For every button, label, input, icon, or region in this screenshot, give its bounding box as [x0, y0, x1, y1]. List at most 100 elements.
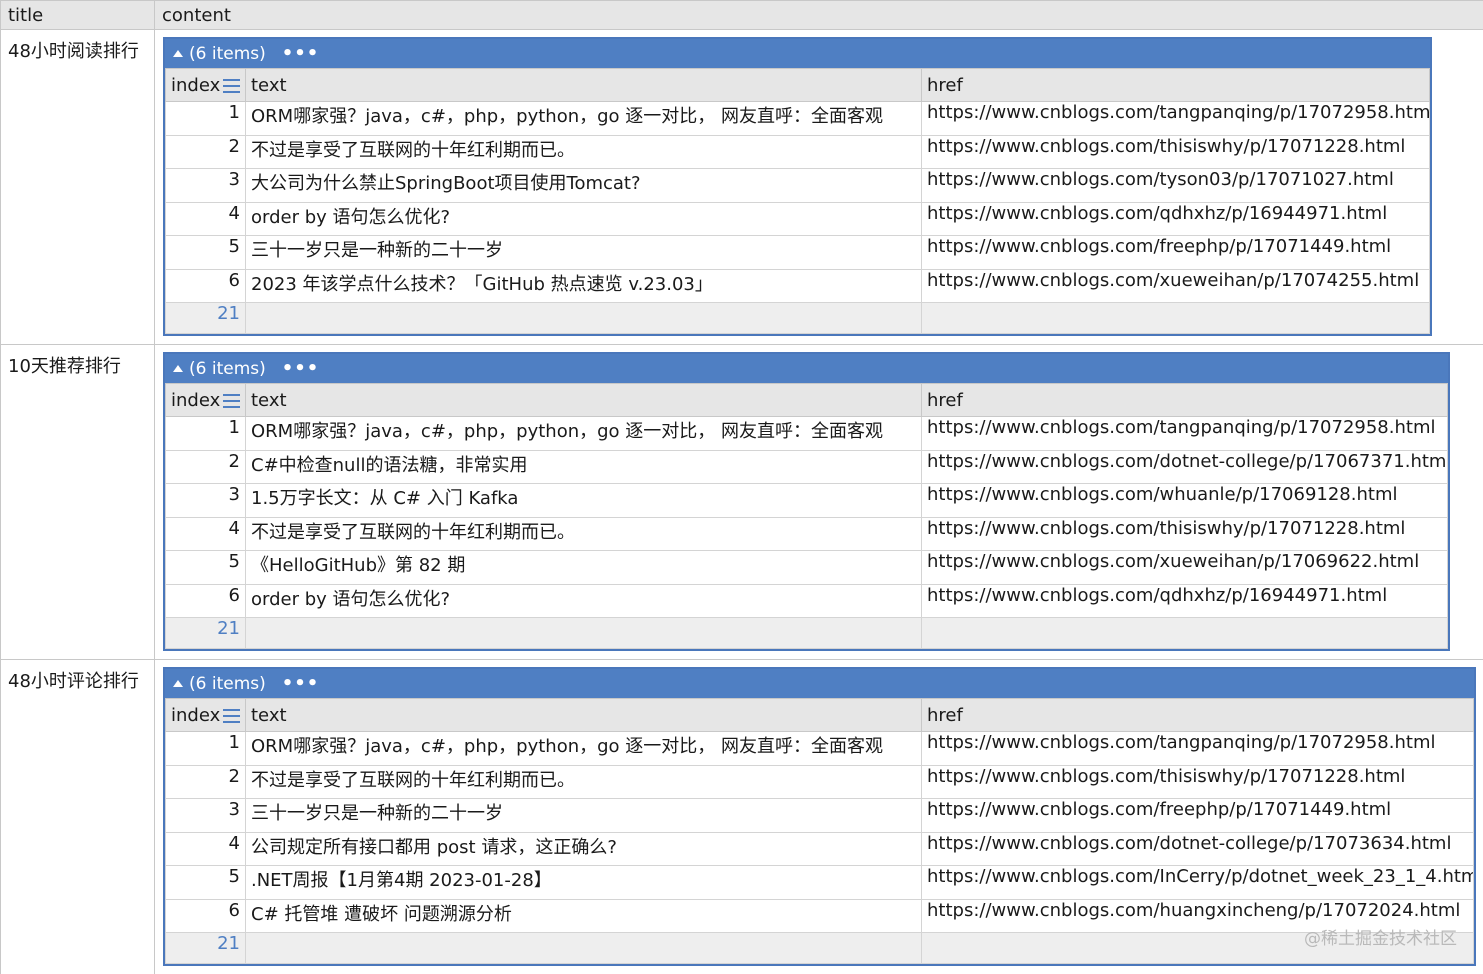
- row-text: 公司规定所有接口都用 post 请求，这正确么?: [245, 831, 922, 866]
- table-row[interactable]: 2 C#中检查null的语法糖，非常实用 https://www.cnblogs.c…: [165, 449, 1448, 484]
- row-href: https://www.cnblogs.com/qdhxhz/p/1694497…: [921, 201, 1430, 236]
- group-content: (6 items) ••• index text href 1 ORM哪家强？ja…: [154, 659, 1483, 974]
- more-dots-icon[interactable]: •••: [282, 358, 320, 379]
- caret-up-icon[interactable]: [173, 365, 183, 372]
- row-text: 不过是享受了互联网的十年红利期而已。: [245, 134, 922, 169]
- table-row[interactable]: 5 《HelloGitHub》第 82 期 https://www.cnblogs.…: [165, 550, 1448, 585]
- results-view: title content 48小时阅读排行 (6 items) ••• ind…: [0, 0, 1483, 974]
- table-row[interactable]: 5 .NET周报【1月第4期 2023-01-28】 https://www.cnb…: [165, 865, 1474, 900]
- row-index: 2: [165, 134, 246, 169]
- inner-header-row: index text href: [165, 383, 1448, 417]
- row-text: ORM哪家强？java，c#，php，python，go 逐一对比， 网友直呼：…: [245, 101, 922, 136]
- row-text: 《HelloGitHub》第 82 期: [245, 550, 922, 585]
- group-title: 48小时评论排行: [0, 659, 155, 974]
- row-text: 三十一岁只是一种新的二十一岁: [245, 235, 922, 270]
- table-row[interactable]: 5 三十一岁只是一种新的二十一岁 https://www.cnblogs.com/f…: [165, 235, 1430, 270]
- summary-cell: [921, 617, 1448, 649]
- row-index: 4: [165, 516, 246, 551]
- column-header-href[interactable]: href: [921, 68, 1430, 102]
- total-count[interactable]: 21: [165, 302, 246, 334]
- group-title: 48小时阅读排行: [0, 29, 155, 345]
- column-header-index[interactable]: index: [165, 383, 246, 417]
- menu-lines-icon[interactable]: [223, 78, 241, 93]
- table-row[interactable]: 4 order by 语句怎么优化? https://www.cnblogs.com…: [165, 201, 1430, 236]
- column-header-href[interactable]: href: [921, 383, 1448, 417]
- summary-cell: [921, 302, 1430, 334]
- column-header-href[interactable]: href: [921, 698, 1474, 732]
- nested-table-header[interactable]: (6 items) •••: [165, 354, 1448, 383]
- group-title-text: 48小时阅读排行: [8, 41, 139, 62]
- row-text: 三十一岁只是一种新的二十一岁: [245, 798, 922, 833]
- row-href: https://www.cnblogs.com/freephp/p/170714…: [921, 235, 1430, 270]
- items-count-label: (6 items): [189, 673, 266, 694]
- more-dots-icon[interactable]: •••: [282, 673, 320, 694]
- table-row[interactable]: 6 order by 语句怎么优化? https://www.cnblogs.com…: [165, 583, 1448, 618]
- table-row[interactable]: 4 公司规定所有接口都用 post 请求，这正确么? https://www.cnb…: [165, 831, 1474, 866]
- column-header-title[interactable]: title: [0, 0, 155, 30]
- nested-table-header[interactable]: (6 items) •••: [165, 669, 1474, 698]
- group-title-text: 10天推荐排行: [8, 356, 121, 377]
- summary-row: 21: [165, 617, 1448, 649]
- column-header-text[interactable]: text: [245, 698, 922, 732]
- menu-lines-icon[interactable]: [223, 393, 241, 408]
- row-index: 6: [165, 898, 246, 933]
- row-text: C#中检查null的语法糖，非常实用: [245, 449, 922, 484]
- more-dots-icon[interactable]: •••: [282, 43, 320, 64]
- column-header-text[interactable]: text: [245, 68, 922, 102]
- items-count-label: (6 items): [189, 358, 266, 379]
- outer-results-table: title content 48小时阅读排行 (6 items) ••• ind…: [0, 0, 1483, 974]
- row-text: ORM哪家强？java，c#，php，python，go 逐一对比， 网友直呼：…: [245, 416, 922, 451]
- row-index: 1: [165, 101, 246, 136]
- outer-row: 10天推荐排行 (6 items) ••• index text href 1 …: [0, 344, 1483, 660]
- table-row[interactable]: 1 ORM哪家强？java，c#，php，python，go 逐一对比， 网友直呼…: [165, 101, 1430, 136]
- table-row[interactable]: 2 不过是享受了互联网的十年红利期而已。 https://www.cnblogs.c…: [165, 134, 1430, 169]
- row-href: https://www.cnblogs.com/xueweihan/p/1707…: [921, 268, 1430, 303]
- row-text: order by 语句怎么优化?: [245, 583, 922, 618]
- row-href: https://www.cnblogs.com/tangpanqing/p/17…: [921, 416, 1448, 451]
- caret-up-icon[interactable]: [173, 680, 183, 687]
- table-row[interactable]: 1 ORM哪家强？java，c#，php，python，go 逐一对比， 网友直呼…: [165, 731, 1474, 766]
- row-index: 5: [165, 550, 246, 585]
- row-href: https://www.cnblogs.com/tangpanqing/p/17…: [921, 731, 1474, 766]
- menu-lines-icon[interactable]: [223, 708, 241, 723]
- total-count[interactable]: 21: [165, 932, 246, 964]
- table-row[interactable]: 3 大公司为什么禁止SpringBoot项目使用Tomcat? https://ww…: [165, 168, 1430, 203]
- row-href: https://www.cnblogs.com/qdhxhz/p/1694497…: [921, 583, 1448, 618]
- row-text: 不过是享受了互联网的十年红利期而已。: [245, 516, 922, 551]
- row-href: https://www.cnblogs.com/thisiswhy/p/1707…: [921, 134, 1430, 169]
- row-href: https://www.cnblogs.com/dotnet-college/p…: [921, 831, 1474, 866]
- group-content: (6 items) ••• index text href 1 ORM哪家强？ja…: [154, 29, 1483, 345]
- table-row[interactable]: 1 ORM哪家强？java，c#，php，python，go 逐一对比， 网友直呼…: [165, 416, 1448, 451]
- group-content: (6 items) ••• index text href 1 ORM哪家强？ja…: [154, 344, 1483, 660]
- table-row[interactable]: 6 2023 年该学点什么技术？「GitHub 热点速览 v.23.03」 http…: [165, 268, 1430, 303]
- table-row[interactable]: 2 不过是享受了互联网的十年红利期而已。 https://www.cnblogs.c…: [165, 764, 1474, 799]
- group-title: 10天推荐排行: [0, 344, 155, 660]
- inner-header-row: index text href: [165, 68, 1430, 102]
- table-row[interactable]: 6 C# 托管堆 遭破坏 问题溯源分析 https://www.cnblogs.co…: [165, 898, 1474, 933]
- column-header-index[interactable]: index: [165, 68, 246, 102]
- row-href: https://www.cnblogs.com/dotnet-college/p…: [921, 449, 1448, 484]
- row-href: https://www.cnblogs.com/InCerry/p/dotnet…: [921, 865, 1474, 900]
- outer-row: 48小时阅读排行 (6 items) ••• index text href 1…: [0, 29, 1483, 345]
- column-header-text[interactable]: text: [245, 383, 922, 417]
- table-row[interactable]: 4 不过是享受了互联网的十年红利期而已。 https://www.cnblogs.c…: [165, 516, 1448, 551]
- column-header-index-label: index: [171, 704, 221, 726]
- column-header-content[interactable]: content: [154, 0, 1483, 30]
- row-text: C# 托管堆 遭破坏 问题溯源分析: [245, 898, 922, 933]
- summary-cell: [245, 932, 922, 964]
- outer-header-row: title content: [0, 0, 1483, 30]
- table-row[interactable]: 3 1.5万字长文：从 C# 入门 Kafka https://www.cnblog…: [165, 483, 1448, 518]
- inner-table: index text href 1 ORM哪家强？java，c#，php，pyth…: [165, 698, 1474, 964]
- column-header-index-label: index: [171, 74, 221, 96]
- outer-row: 48小时评论排行 (6 items) ••• index text href 1…: [0, 659, 1483, 974]
- nested-table-header[interactable]: (6 items) •••: [165, 39, 1430, 68]
- row-index: 5: [165, 235, 246, 270]
- row-text: .NET周报【1月第4期 2023-01-28】: [245, 865, 922, 900]
- caret-up-icon[interactable]: [173, 50, 183, 57]
- row-text: 大公司为什么禁止SpringBoot项目使用Tomcat?: [245, 168, 922, 203]
- row-index: 3: [165, 483, 246, 518]
- column-header-index[interactable]: index: [165, 698, 246, 732]
- table-row[interactable]: 3 三十一岁只是一种新的二十一岁 https://www.cnblogs.com/f…: [165, 798, 1474, 833]
- total-count[interactable]: 21: [165, 617, 246, 649]
- row-index: 3: [165, 798, 246, 833]
